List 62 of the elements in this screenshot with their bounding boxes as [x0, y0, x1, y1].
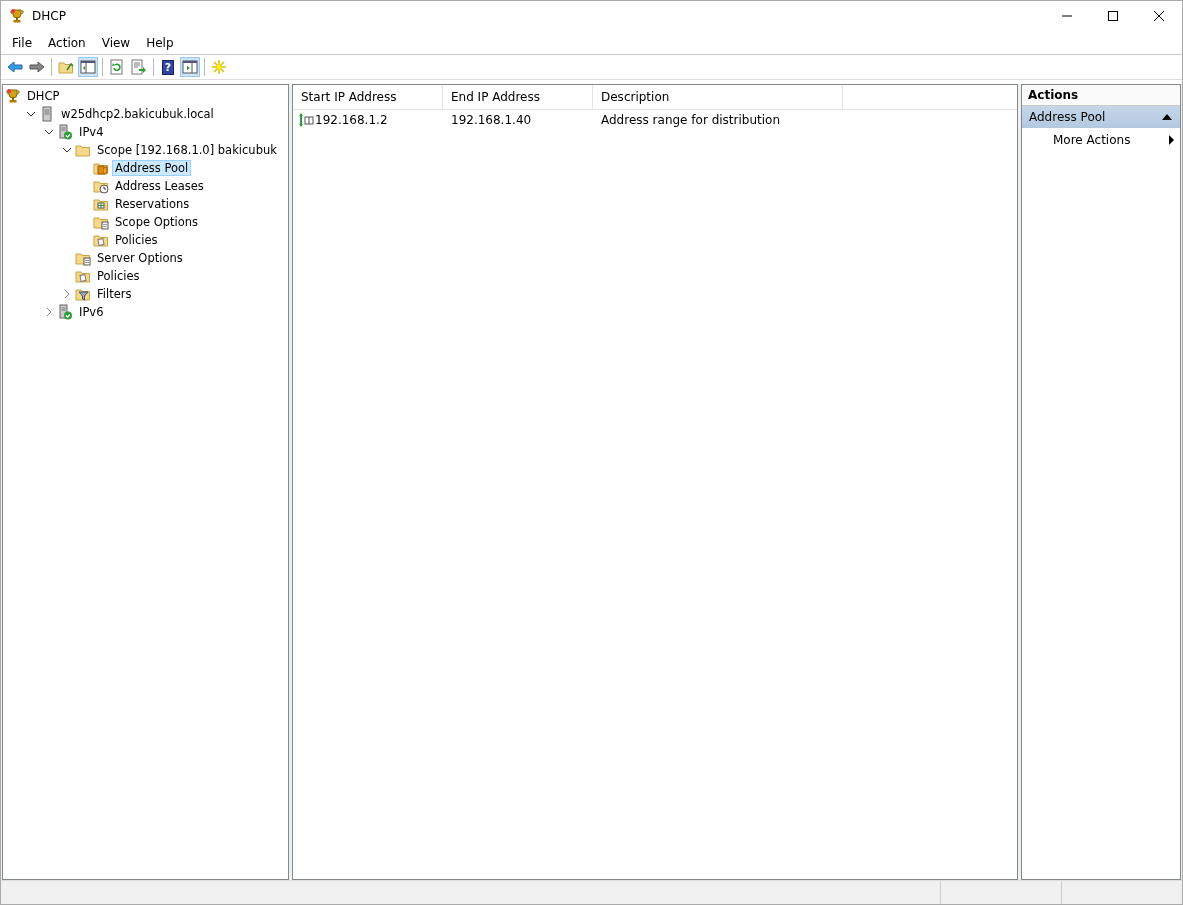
tree-item[interactable]: Address Pool: [112, 160, 192, 176]
folder-filter-icon: [75, 286, 91, 302]
column-header[interactable]: End IP Address: [443, 85, 593, 109]
chevron-right-icon[interactable]: [63, 289, 71, 299]
trophy-icon: [9, 8, 25, 24]
table-cell: 192.168.1.40: [451, 113, 532, 127]
window-title: DHCP: [32, 9, 66, 23]
column-header[interactable]: Start IP Address: [293, 85, 443, 109]
tree-item[interactable]: Scope [192.168.1.0] bakicubuk: [94, 142, 280, 158]
folder-icon: [75, 142, 91, 158]
folder-clock-icon: [93, 178, 109, 194]
chevron-down-icon[interactable]: [62, 146, 72, 154]
pane-title: Actions: [1022, 85, 1180, 106]
pane-icon: [182, 59, 198, 75]
trophy-icon: [5, 88, 21, 104]
close-icon: [1154, 11, 1164, 21]
column-header[interactable]: Description: [593, 85, 843, 109]
address-range-icon: [298, 112, 314, 128]
tree-item[interactable]: Address Leases: [112, 178, 207, 194]
menu-item[interactable]: Help: [138, 35, 182, 50]
folder-up-icon: [58, 59, 74, 75]
folder-document-icon: [75, 250, 91, 266]
folder-document-icon: [93, 214, 109, 230]
tree-item[interactable]: Scope Options: [112, 214, 202, 230]
tree-item[interactable]: DHCP: [24, 88, 63, 104]
tree-item[interactable]: Policies: [112, 232, 161, 248]
folder-grid-icon: [93, 196, 109, 212]
table-cell: Address range for distribution: [601, 113, 780, 127]
export-list-icon: [131, 59, 147, 75]
refresh-icon: [109, 59, 125, 75]
action-label: More Actions: [1053, 133, 1131, 147]
table-cell: 192.168.1.2: [315, 113, 388, 127]
server-check-icon: [57, 304, 73, 320]
forward-arrow-icon: [29, 59, 45, 75]
server-icon: [39, 106, 55, 122]
pane-icon: [80, 59, 96, 75]
action-item[interactable]: More Actions: [1022, 128, 1180, 152]
chevron-down-icon[interactable]: [44, 128, 54, 136]
tree-item[interactable]: Server Options: [94, 250, 186, 266]
back-arrow-icon: [7, 59, 23, 75]
menu-item[interactable]: View: [93, 35, 139, 50]
tree-item[interactable]: w25dhcp2.bakicubuk.local: [58, 106, 217, 122]
toolbar-button[interactable]: [78, 57, 98, 77]
actions-section-header[interactable]: Address Pool: [1022, 106, 1180, 128]
chevron-right-icon[interactable]: [45, 307, 53, 317]
tree-item[interactable]: Filters: [94, 286, 135, 302]
chevron-down-icon[interactable]: [26, 110, 36, 118]
menu-item[interactable]: File: [4, 35, 41, 50]
folder-document-icon: [93, 232, 109, 248]
tree-item[interactable]: IPv6: [76, 304, 107, 320]
folder-pool-icon: [93, 160, 109, 176]
menu-item[interactable]: Action: [40, 35, 94, 50]
folder-document-icon: [75, 268, 91, 284]
toolbar-button[interactable]: [180, 57, 200, 77]
tree-item[interactable]: IPv4: [76, 124, 107, 140]
maximize-icon: [1108, 11, 1118, 21]
tree-item[interactable]: Reservations: [112, 196, 193, 212]
section-title: Address Pool: [1029, 110, 1106, 124]
tree-item[interactable]: Policies: [94, 268, 143, 284]
star-burst-icon: [211, 59, 227, 75]
server-check-icon: [57, 124, 73, 140]
toolbar-button[interactable]: [129, 57, 149, 77]
